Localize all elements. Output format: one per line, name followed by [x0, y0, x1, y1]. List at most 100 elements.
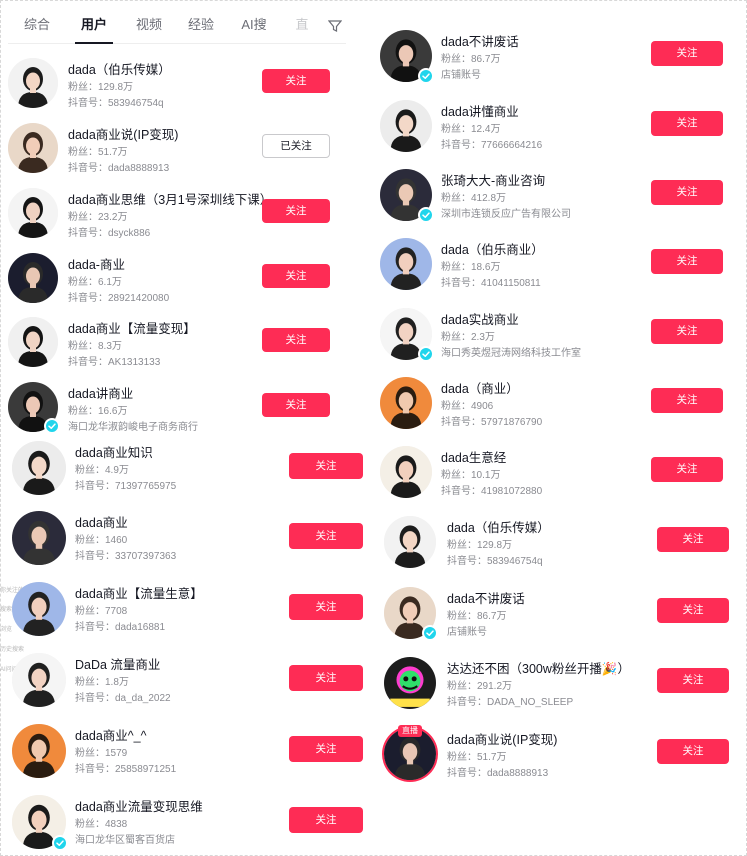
fans-count: 粉丝：4.9万: [75, 465, 129, 476]
follow-button[interactable]: 关注: [262, 264, 330, 288]
user-result-item[interactable]: dada实战商业 粉丝：2.3万 海口秀英煜冠涛网络科技工作室 关注: [380, 308, 727, 372]
follow-button[interactable]: 关注: [651, 41, 723, 66]
user-name[interactable]: dada商业: [75, 512, 128, 531]
user-name[interactable]: dada商业【流量变现】: [68, 318, 196, 337]
user-name[interactable]: dada实战商业: [441, 309, 519, 328]
user-name[interactable]: dada不讲废话: [447, 588, 525, 607]
user-name[interactable]: dada商业【流量生意】: [75, 583, 203, 602]
follow-button[interactable]: 关注: [262, 393, 330, 417]
user-name[interactable]: 达达还不困（300w粉丝开播🎉）: [447, 658, 630, 677]
user-result-item[interactable]: dada-商业粉丝：6.1万抖音号：28921420080 关注: [8, 253, 334, 317]
user-name[interactable]: dada商业^_^: [75, 725, 147, 744]
user-name[interactable]: dada商业说(IP变现): [68, 124, 178, 143]
filter-icon[interactable]: [327, 19, 343, 33]
user-name[interactable]: dada（伯乐商业）: [441, 239, 544, 258]
follow-button[interactable]: 关注: [651, 388, 723, 413]
user-result-item[interactable]: dada不讲废话 粉丝：86.7万 店铺账号 关注: [384, 587, 733, 651]
follow-button[interactable]: 关注: [289, 665, 363, 691]
user-result-item[interactable]: 直播 dada商业说(IP变现) 粉丝：51.7万 抖音号：dada8888913 关注: [384, 725, 733, 792]
following-button[interactable]: 已关注: [262, 134, 330, 158]
avatar[interactable]: [380, 100, 432, 152]
avatar[interactable]: [8, 123, 58, 173]
user-result-item[interactable]: dada商业说(IP变现) 粉丝：51.7万 抖音号：dada8888913 已关注: [8, 123, 334, 187]
follow-button[interactable]: 关注: [289, 453, 363, 479]
avatar[interactable]: [12, 511, 66, 565]
follow-button[interactable]: 关注: [651, 180, 723, 205]
tab-experience[interactable]: 经验: [180, 10, 222, 42]
user-name[interactable]: dada（伯乐传媒）: [447, 517, 550, 536]
user-name[interactable]: dada讲商业: [68, 383, 133, 402]
avatar[interactable]: [12, 653, 66, 707]
user-result-item[interactable]: dada商业^_^ 粉丝：1579 抖音号：25858971251 关注: [12, 724, 367, 788]
user-name[interactable]: DaDa 流量商业: [75, 654, 160, 673]
follow-button[interactable]: 关注: [657, 668, 729, 693]
avatar[interactable]: [380, 446, 432, 498]
follow-button[interactable]: 关注: [651, 111, 723, 136]
follow-button[interactable]: 关注: [289, 594, 363, 620]
follow-button[interactable]: 关注: [651, 319, 723, 344]
user-result-item[interactable]: dada（伯乐传媒） 粉丝：129.8万 抖音号：583946754q 关注: [384, 516, 733, 580]
user-result-item[interactable]: dada生意经 粉丝：10.1万 抖音号：41981072880 关注: [380, 446, 727, 510]
follow-button[interactable]: 关注: [262, 69, 330, 93]
user-result-item[interactable]: dada商业【流量变现】 粉丝：8.3万 抖音号：AK1313133 关注: [8, 317, 334, 381]
follow-button[interactable]: 关注: [289, 807, 363, 833]
avatar[interactable]: [8, 253, 58, 303]
user-result-item[interactable]: DaDa 流量商业 粉丝：1.8万 抖音号：da_da_2022 关注: [12, 653, 367, 717]
user-result-item[interactable]: dada讲懂商业 粉丝：12.4万 抖音号：77666664216 关注: [380, 100, 727, 164]
user-name[interactable]: dada-商业: [68, 254, 125, 273]
user-result-item[interactable]: dada商业【流量生意】 粉丝：7708 抖音号：dada16881 关注: [12, 582, 367, 646]
verified-check-icon: [418, 346, 434, 362]
tab-live[interactable]: 直: [292, 10, 312, 42]
fans-count: 粉丝：6.1万: [68, 277, 122, 288]
user-result-item[interactable]: dada（伯乐传媒） 粉丝：129.8万 抖音号：583946754q 关注: [8, 58, 334, 122]
user-result-item[interactable]: 张琦大大-商业咨询 粉丝：412.8万 深圳市连锁反应广告有限公司 关注: [380, 169, 727, 233]
user-result-item[interactable]: dada商业 粉丝：1460 抖音号：33707397363 关注: [12, 511, 367, 575]
user-name[interactable]: dada商业说(IP变现): [447, 729, 557, 748]
user-name[interactable]: dada商业知识: [75, 442, 153, 461]
follow-button[interactable]: 关注: [262, 328, 330, 352]
user-name[interactable]: dada商业流量变现思维: [75, 796, 203, 815]
user-name[interactable]: dada商业思维（3月1号深圳线下课）: [68, 189, 272, 208]
follow-button[interactable]: 关注: [657, 598, 729, 623]
avatar[interactable]: [384, 516, 436, 568]
tab-videos[interactable]: 视频: [128, 10, 170, 42]
user-name[interactable]: 张琦大大-商业咨询: [441, 170, 545, 189]
search-tabs: 综合 用户 视频 经验 AI搜 直: [8, 10, 346, 44]
tab-comprehensive[interactable]: 综合: [16, 10, 58, 42]
avatar[interactable]: [8, 317, 58, 367]
follow-button[interactable]: 关注: [657, 527, 729, 552]
account-id: 抖音号：41981072880: [441, 486, 543, 497]
fans-count: 粉丝：291.2万: [447, 681, 513, 692]
follow-button[interactable]: 关注: [289, 736, 363, 762]
avatar[interactable]: [8, 58, 58, 108]
user-result-item[interactable]: 达达还不困（300w粉丝开播🎉） 粉丝：291.2万 抖音号：DADA_NO_SLE…: [384, 657, 733, 721]
tab-users[interactable]: 用户: [70, 10, 118, 44]
follow-button[interactable]: 关注: [651, 457, 723, 482]
tab-ai-search[interactable]: AI搜: [232, 10, 276, 42]
account-id: 抖音号：28921420080: [68, 293, 170, 304]
user-name[interactable]: dada讲懂商业: [441, 101, 519, 120]
avatar[interactable]: [8, 188, 58, 238]
avatar[interactable]: [384, 657, 436, 709]
user-result-item[interactable]: dada讲商业 粉丝：16.6万 海口龙华淑韵峻电子商务商行 关注: [8, 382, 334, 446]
follow-button[interactable]: 关注: [289, 523, 363, 549]
user-result-item[interactable]: dada不讲废话 粉丝：86.7万 店铺账号 关注: [380, 30, 727, 94]
follow-button[interactable]: 关注: [657, 739, 729, 764]
account-id: 抖音号：57971876790: [441, 417, 543, 428]
user-result-item[interactable]: dada商业思维（3月1号深圳线下课） 粉丝：23.2万 抖音号：dsyck886 关…: [8, 188, 334, 252]
avatar[interactable]: [12, 441, 66, 495]
user-result-item[interactable]: dada（商业） 粉丝：4906 抖音号：57971876790 关注: [380, 377, 727, 441]
user-result-item[interactable]: dada（伯乐商业） 粉丝：18.6万 抖音号：41041150811 关注: [380, 238, 727, 302]
user-name[interactable]: dada（商业）: [441, 378, 519, 397]
user-name[interactable]: dada生意经: [441, 447, 506, 466]
follow-button[interactable]: 关注: [262, 199, 330, 223]
user-result-item[interactable]: dada商业流量变现思维 粉丝：4838 海口龙华区蜀客百货店 关注: [12, 795, 367, 856]
user-result-item[interactable]: dada商业知识 粉丝：4.9万 抖音号：71397765975 关注: [12, 441, 367, 505]
avatar[interactable]: [12, 724, 66, 778]
follow-button[interactable]: 关注: [651, 249, 723, 274]
avatar[interactable]: [380, 377, 432, 429]
avatar[interactable]: [380, 238, 432, 290]
user-name[interactable]: dada（伯乐传媒）: [68, 59, 171, 78]
user-name[interactable]: dada不讲废话: [441, 31, 519, 50]
avatar[interactable]: [12, 582, 66, 636]
